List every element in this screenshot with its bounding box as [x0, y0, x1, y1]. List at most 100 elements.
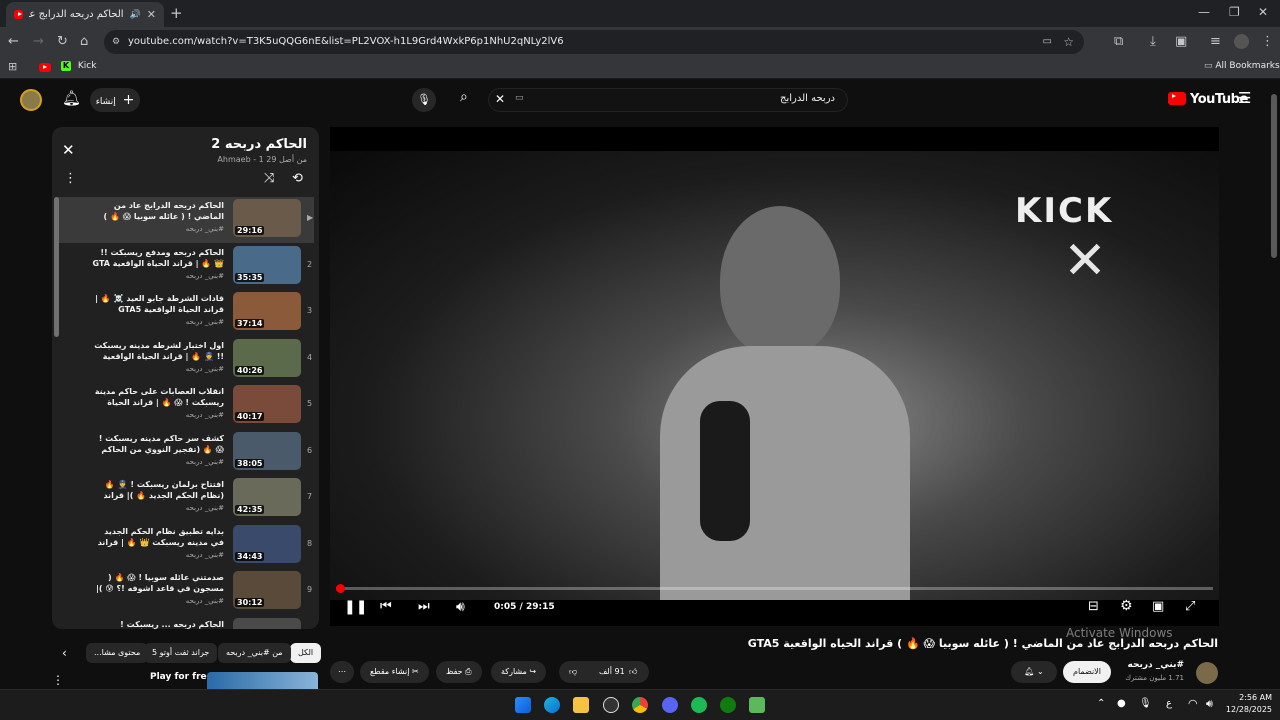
minimize-icon[interactable]: — [1198, 5, 1210, 19]
search-input[interactable]: ✕ ▭ دربحه الدرابج [488, 88, 848, 112]
loop-icon[interactable]: ⟲ [292, 171, 303, 186]
progress-bar[interactable] [336, 584, 1213, 593]
reload-icon[interactable]: ↻ [57, 34, 68, 49]
ad-thumbnail[interactable] [207, 672, 318, 689]
subtitles-icon[interactable]: ⊟ [1088, 599, 1099, 614]
playlist-item[interactable]: 34:43 بدايه تطبيق نظام الحكم الجديد في مد… [58, 523, 314, 569]
close-tab-icon[interactable]: ✕ [147, 8, 156, 21]
file-explorer-icon[interactable] [573, 697, 589, 713]
language-indicator[interactable]: ع [1166, 698, 1172, 709]
like-count[interactable]: 91 ألف [599, 661, 625, 683]
join-button[interactable]: الانضمام [1063, 661, 1111, 683]
playlist-thumbnail[interactable]: 37:14 [233, 292, 301, 330]
playlist-thumbnail[interactable]: 40:26 [233, 338, 301, 377]
save-button[interactable]: ⎙ حفظ [436, 661, 482, 683]
clock[interactable]: 2:56 AM 12/28/2025 [1222, 692, 1272, 716]
new-tab-button[interactable]: + [170, 4, 183, 22]
progress-scrubber[interactable] [336, 584, 345, 593]
playlist-thumbnail[interactable]: 35:35 [233, 245, 301, 284]
profile-avatar[interactable] [1234, 34, 1249, 49]
playlist-thumbnail[interactable]: 34:43 [233, 524, 301, 563]
clear-search-icon[interactable]: ✕ [495, 92, 505, 106]
shuffle-icon[interactable]: ⤨ [264, 171, 274, 186]
playlist-item[interactable]: 37:14 قادات الشرطة جابو العيد ☠️ 🔥 | قران… [58, 290, 314, 336]
playlist-thumbnail[interactable]: 42:35 [233, 478, 301, 516]
playlist-item[interactable]: الحاكم دربحه ... ريسبكت ! [58, 616, 314, 629]
keyboard-icon[interactable]: ▭ [515, 93, 524, 103]
playlist-item[interactable]: 42:35 افتتاح برلمان ريسبكت ! 👮 🔥 (نظام ال… [58, 476, 314, 522]
chips-prev-icon[interactable]: ‹ [62, 646, 67, 660]
restore-icon[interactable]: ❐ [1229, 5, 1240, 19]
apps-grid-icon[interactable]: ⊞ [8, 60, 17, 73]
close-window-icon[interactable]: ✕ [1258, 5, 1268, 19]
home-icon[interactable]: ⌂ [80, 34, 88, 49]
app-icon[interactable] [749, 697, 765, 713]
settings-icon[interactable]: ⚙ [1120, 598, 1133, 614]
filter-chip[interactable]: جراند ثفت أوتو 5 [144, 643, 218, 663]
youtube-logo[interactable]: YouTube [1168, 92, 1248, 107]
playlist-thumbnail[interactable]: 40:17 [233, 385, 301, 423]
xbox-icon[interactable] [720, 697, 736, 713]
playlist-scrollbar[interactable] [54, 197, 59, 337]
media-icon[interactable]: ≡ [1210, 34, 1221, 49]
subscribed-button[interactable]: ⌄ 🔔︎ [1011, 661, 1057, 683]
playlist-item[interactable]: 35:35 الحاكم دربحه ومدفع ريسبكت !! 👑 🔥 | … [58, 244, 314, 290]
account-avatar[interactable] [20, 89, 42, 111]
channel-avatar[interactable] [1196, 662, 1218, 684]
edge-icon[interactable] [544, 697, 560, 713]
chrome-icon[interactable] [632, 697, 648, 713]
channel-name[interactable]: #بني_ دربحه [1128, 660, 1184, 670]
tray-chevron-icon[interactable]: ⌃ [1097, 698, 1105, 709]
ad-more-icon[interactable]: ⋮ [52, 673, 64, 687]
site-info-icon[interactable]: ⚙ [112, 30, 120, 54]
previous-icon[interactable]: ⏮︎ [380, 599, 392, 614]
youtube-bookmark-icon[interactable] [39, 63, 51, 72]
forward-icon[interactable]: → [33, 34, 44, 49]
speaker-icon[interactable]: 🔊︎ [1206, 697, 1213, 711]
all-bookmarks[interactable]: ▭ All Bookmarks [1204, 61, 1280, 71]
page-scrollbar[interactable] [1271, 94, 1277, 258]
download-icon[interactable]: ⤓ [1150, 34, 1156, 49]
guide-menu-icon[interactable]: ☰ [1238, 89, 1251, 107]
playlist-thumbnail[interactable]: 38:05 [233, 431, 301, 470]
tray-mic-icon[interactable]: 🎙︎ [1139, 698, 1152, 709]
miniplayer-icon[interactable]: ▣ [1152, 599, 1164, 614]
like-icon[interactable]: 👍︎ [629, 661, 637, 683]
pause-icon[interactable]: ❚❚ [344, 599, 367, 615]
tray-app-icon[interactable]: ● [1117, 698, 1126, 709]
bookmark-star-icon[interactable]: ☆ [1063, 30, 1074, 54]
audio-icon[interactable]: 🔊 [130, 10, 141, 20]
playlist-item[interactable]: 40:17 انقلاب العصابات على حاكم مدينة ريسب… [58, 383, 314, 429]
fullscreen-icon[interactable]: ⤢ [1185, 599, 1195, 614]
filter-chip[interactable]: الكل [290, 643, 322, 663]
ad-label[interactable]: Play for free [150, 672, 213, 682]
playlist-thumbnail[interactable] [233, 617, 301, 629]
browser-tab-youtube[interactable]: ✕ 🔊 الحاكم دربحه الدرابج عاد من ا... [6, 2, 164, 27]
playlist-item[interactable]: 29:16 الحاكم دربحه الدرابج عاد من الماضي … [58, 197, 314, 243]
playlist-item[interactable]: 38:05 كشف سر حاكم مدينه ريسبكت ! 😱 🔥 (تفج… [58, 430, 314, 476]
playlist-item[interactable]: 30:12 صدمتني عائله سوبيا ! 😱 🔥 ( مسجون في… [58, 569, 314, 615]
filter-chip[interactable]: من #بني_ دربحه [218, 643, 291, 663]
dislike-icon[interactable]: 👎︎ [569, 661, 577, 683]
notifications-icon[interactable]: 🔔︎ [62, 89, 81, 107]
back-icon[interactable]: ← [8, 34, 19, 49]
menu-dots-icon[interactable]: ⋮ [1261, 34, 1274, 49]
filter-chip[interactable]: محتوى مشا... [86, 643, 149, 663]
playlist-item[interactable]: 40:26 اول اختبار لشرطه مدينه ريسبكت !! 👮 … [58, 337, 314, 383]
share-button[interactable]: ↪ مشاركة [491, 661, 547, 683]
spotify-icon[interactable] [691, 697, 707, 713]
search-icon[interactable]: ⌕ [460, 89, 468, 105]
video-player[interactable]: KICK ✕ ❚❚ ⏮︎ ⏭︎ 🔊︎ 0:05 / 29:15 ⊟ ⚙ ▣ ⤢ [330, 127, 1219, 626]
playlist-thumbnail[interactable]: 29:16 [233, 199, 301, 237]
next-icon[interactable]: ⏭︎ [418, 599, 430, 614]
url-bar[interactable]: ⚙ youtube.com/watch?v=T3K5uQQG6nE&list=P… [104, 30, 1084, 54]
start-icon[interactable] [515, 697, 531, 713]
wifi-icon[interactable]: ◠ [1188, 697, 1198, 710]
close-playlist-icon[interactable]: ✕ [62, 141, 75, 159]
playlist-more-icon[interactable]: ⋮ [64, 171, 77, 186]
obs-icon[interactable] [603, 697, 619, 713]
extensions-icon[interactable]: ⧉ [1114, 34, 1123, 49]
sidepanel-icon[interactable]: ▣ [1175, 34, 1187, 49]
more-actions-button[interactable]: ⋯ [330, 661, 354, 683]
discord-icon[interactable] [662, 697, 678, 713]
